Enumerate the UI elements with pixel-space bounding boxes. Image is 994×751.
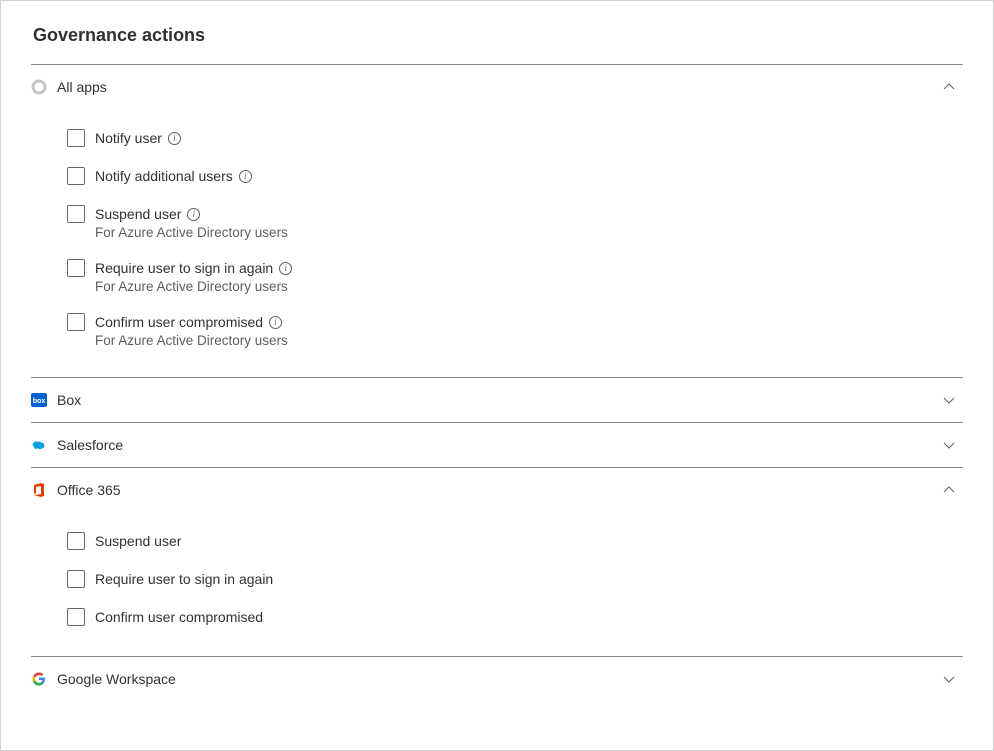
chevron-up-icon <box>943 81 955 93</box>
action-row: Require user to sign in again <box>67 560 963 598</box>
checkbox-notify-user[interactable] <box>67 129 85 147</box>
action-row: Confirm user compromised i For Azure Act… <box>67 303 963 357</box>
checkbox-require-signin[interactable] <box>67 570 85 588</box>
section-label: Box <box>57 392 943 408</box>
all-apps-icon <box>31 79 47 95</box>
box-icon: box <box>31 392 47 408</box>
section-body-all-apps: Notify user i Notify additional users i … <box>31 109 963 377</box>
section-header-box[interactable]: box Box <box>31 378 963 422</box>
action-row: Suspend user <box>67 522 963 560</box>
section-label: Salesforce <box>57 437 943 453</box>
chevron-down-icon <box>943 673 955 685</box>
section-body-office365: Suspend user Require user to sign in aga… <box>31 512 963 656</box>
info-icon[interactable]: i <box>279 262 292 275</box>
info-icon[interactable]: i <box>269 316 282 329</box>
checkbox-confirm-compromised[interactable] <box>67 608 85 626</box>
info-icon[interactable]: i <box>168 132 181 145</box>
checkbox-notify-additional[interactable] <box>67 167 85 185</box>
governance-panel: Governance actions All apps Notify user … <box>0 0 994 751</box>
action-row: Suspend user i For Azure Active Director… <box>67 195 963 249</box>
chevron-up-icon <box>943 484 955 496</box>
chevron-down-icon <box>943 439 955 451</box>
checkbox-require-signin[interactable] <box>67 259 85 277</box>
salesforce-icon <box>31 437 47 453</box>
action-row: Confirm user compromised <box>67 598 963 636</box>
section-header-office365[interactable]: Office 365 <box>31 468 963 512</box>
google-icon <box>31 671 47 687</box>
action-label: Suspend user <box>95 204 181 224</box>
info-icon[interactable]: i <box>239 170 252 183</box>
action-hint: For Azure Active Directory users <box>95 279 292 294</box>
section-label: Office 365 <box>57 482 943 498</box>
action-label: Require user to sign in again <box>95 569 273 589</box>
panel-title: Governance actions <box>33 25 963 46</box>
chevron-down-icon <box>943 394 955 406</box>
action-row: Require user to sign in again i For Azur… <box>67 249 963 303</box>
action-label: Confirm user compromised <box>95 607 263 627</box>
action-label: Confirm user compromised <box>95 312 263 332</box>
action-hint: For Azure Active Directory users <box>95 333 288 348</box>
action-label: Require user to sign in again <box>95 258 273 278</box>
checkbox-suspend-user[interactable] <box>67 205 85 223</box>
section-label: All apps <box>57 79 943 95</box>
action-hint: For Azure Active Directory users <box>95 225 288 240</box>
action-row: Notify user i <box>67 119 963 157</box>
action-label: Suspend user <box>95 531 181 551</box>
action-label: Notify additional users <box>95 166 233 186</box>
section-label: Google Workspace <box>57 671 943 687</box>
checkbox-suspend-user[interactable] <box>67 532 85 550</box>
section-header-all-apps[interactable]: All apps <box>31 65 963 109</box>
office365-icon <box>31 482 47 498</box>
section-header-salesforce[interactable]: Salesforce <box>31 423 963 467</box>
action-row: Notify additional users i <box>67 157 963 195</box>
section-header-google[interactable]: Google Workspace <box>31 657 963 701</box>
info-icon[interactable]: i <box>187 208 200 221</box>
checkbox-confirm-compromised[interactable] <box>67 313 85 331</box>
action-label: Notify user <box>95 128 162 148</box>
svg-text:box: box <box>33 398 46 405</box>
